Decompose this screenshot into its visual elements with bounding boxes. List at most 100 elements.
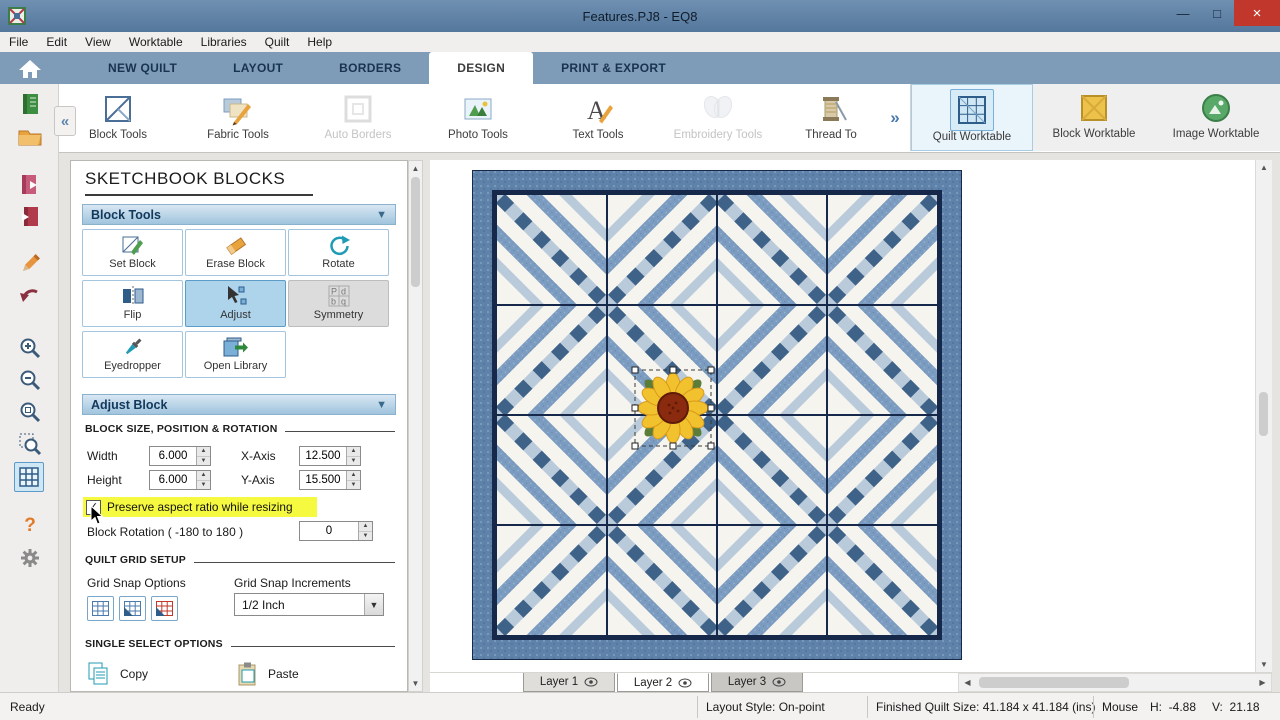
y-axis-input[interactable] bbox=[300, 471, 346, 489]
block-tools-section-header[interactable]: Block Tools ▼ bbox=[82, 204, 396, 225]
ribbon-tool-text-tools[interactable]: A Text Tools bbox=[538, 84, 658, 152]
status-finished-size: Finished Quilt Size: 41.184 x 41.184 (in… bbox=[876, 700, 1095, 714]
eyedropper-button[interactable]: Eyedropper bbox=[82, 331, 183, 378]
save-to-sketchbook-button[interactable] bbox=[16, 202, 44, 230]
panel-collapse-button[interactable]: « bbox=[54, 106, 76, 136]
canvas-hscroll-thumb[interactable] bbox=[979, 677, 1129, 688]
quilt-worktable-button[interactable]: Quilt Worktable bbox=[911, 84, 1033, 151]
layer-tab-2[interactable]: Layer 2 bbox=[617, 673, 709, 692]
layer-tab-1[interactable]: Layer 1 bbox=[523, 673, 615, 692]
scroll-up-icon[interactable]: ▲ bbox=[409, 164, 422, 173]
undo-button[interactable] bbox=[16, 282, 44, 310]
y-axis-spinner[interactable]: ▲▼ bbox=[299, 470, 361, 490]
scroll-left-icon[interactable]: ◀ bbox=[959, 674, 976, 691]
quilt-worktable-canvas[interactable] bbox=[430, 160, 1255, 672]
open-library-button[interactable]: Open Library bbox=[185, 331, 286, 378]
draw-tool-button[interactable] bbox=[16, 250, 44, 278]
zoom-region-button[interactable] bbox=[16, 430, 44, 458]
height-input[interactable] bbox=[150, 471, 196, 489]
set-block-button[interactable]: Set Block bbox=[82, 229, 183, 276]
grid-snap-option-1-button[interactable] bbox=[87, 596, 114, 621]
scroll-right-icon[interactable]: ▶ bbox=[1254, 674, 1271, 691]
panel-scrollbar-thumb[interactable] bbox=[411, 177, 420, 287]
scroll-down-icon[interactable]: ▼ bbox=[1256, 660, 1272, 669]
width-input[interactable] bbox=[150, 447, 196, 465]
tab-borders[interactable]: BORDERS bbox=[311, 52, 429, 84]
spin-down-icon[interactable]: ▼ bbox=[347, 457, 360, 466]
menu-help[interactable]: Help bbox=[298, 35, 341, 49]
x-axis-input[interactable] bbox=[300, 447, 346, 465]
height-spinner[interactable]: ▲▼ bbox=[149, 470, 211, 490]
ribbon-tool-block-tools[interactable]: Block Tools bbox=[58, 84, 178, 152]
menu-view[interactable]: View bbox=[76, 35, 120, 49]
close-button[interactable]: × bbox=[1234, 0, 1280, 26]
menu-quilt[interactable]: Quilt bbox=[256, 35, 299, 49]
copy-button[interactable]: Copy bbox=[87, 661, 148, 687]
tab-print-export[interactable]: PRINT & EXPORT bbox=[533, 52, 694, 84]
spin-down-icon[interactable]: ▼ bbox=[359, 532, 372, 541]
home-button[interactable] bbox=[12, 56, 48, 82]
help-button[interactable]: ? bbox=[16, 512, 44, 540]
menu-file[interactable]: File bbox=[0, 35, 37, 49]
new-project-button[interactable] bbox=[16, 90, 44, 118]
menu-worktable[interactable]: Worktable bbox=[120, 35, 192, 49]
tab-design[interactable]: DESIGN bbox=[429, 52, 533, 84]
rotate-button[interactable]: Rotate bbox=[288, 229, 389, 276]
nav-tab-strip: NEW QUILT LAYOUT BORDERS DESIGN PRINT & … bbox=[0, 52, 1280, 84]
spin-up-icon[interactable]: ▲ bbox=[347, 471, 360, 481]
image-worktable-button[interactable]: Image Worktable bbox=[1155, 84, 1277, 151]
canvas-horizontal-scrollbar[interactable]: ◀ ▶ bbox=[958, 673, 1272, 692]
erase-block-button[interactable]: Erase Block bbox=[185, 229, 286, 276]
spin-down-icon[interactable]: ▼ bbox=[197, 481, 210, 490]
spin-down-icon[interactable]: ▼ bbox=[347, 481, 360, 490]
spin-up-icon[interactable]: ▲ bbox=[359, 522, 372, 532]
rotation-spinner[interactable]: ▲▼ bbox=[299, 521, 373, 541]
grid-snap-increment-dropdown[interactable]: 1/2 Inch ▼ bbox=[234, 593, 384, 616]
spin-up-icon[interactable]: ▲ bbox=[347, 447, 360, 457]
layer-tab-3[interactable]: Layer 3 bbox=[711, 673, 803, 692]
ribbon-tool-photo-tools[interactable]: Photo Tools bbox=[418, 84, 538, 152]
open-project-button[interactable] bbox=[16, 122, 44, 150]
spin-up-icon[interactable]: ▲ bbox=[197, 471, 210, 481]
maximize-button[interactable]: □ bbox=[1200, 0, 1234, 26]
zoom-region-icon bbox=[18, 432, 42, 456]
menu-edit[interactable]: Edit bbox=[37, 35, 76, 49]
block-rotation-label: Block Rotation ( -180 to 180 ) bbox=[87, 525, 243, 539]
tab-new-quilt[interactable]: NEW QUILT bbox=[80, 52, 205, 84]
canvas-vscroll-thumb[interactable] bbox=[1259, 392, 1268, 436]
spin-down-icon[interactable]: ▼ bbox=[197, 457, 210, 466]
zoom-in-icon bbox=[18, 336, 42, 360]
scroll-down-icon[interactable]: ▼ bbox=[409, 679, 422, 688]
panel-scrollbar[interactable]: ▲ ▼ bbox=[408, 160, 423, 692]
ribbon-overflow-chevron[interactable]: » bbox=[884, 84, 906, 152]
adjust-block-section-header[interactable]: Adjust Block ▼ bbox=[82, 394, 396, 415]
rotation-input[interactable] bbox=[300, 522, 358, 540]
minimize-button[interactable]: — bbox=[1166, 0, 1200, 26]
x-axis-spinner[interactable]: ▲▼ bbox=[299, 446, 361, 466]
left-tool-strip: ? bbox=[0, 84, 59, 692]
settings-button[interactable] bbox=[16, 544, 44, 572]
width-spinner[interactable]: ▲▼ bbox=[149, 446, 211, 466]
view-sketchbook-button[interactable] bbox=[16, 170, 44, 198]
spin-up-icon[interactable]: ▲ bbox=[197, 447, 210, 457]
ribbon-tool-thread-tools[interactable]: Thread To bbox=[778, 84, 884, 152]
ribbon-tool-fabric-tools[interactable]: Fabric Tools bbox=[178, 84, 298, 152]
sunflower-applique[interactable] bbox=[638, 373, 708, 443]
menu-libraries[interactable]: Libraries bbox=[192, 35, 256, 49]
zoom-fit-button[interactable] bbox=[16, 398, 44, 426]
scroll-up-icon[interactable]: ▲ bbox=[1256, 163, 1272, 172]
grid-snap-option-3-button[interactable] bbox=[151, 596, 178, 621]
paste-button[interactable]: Paste bbox=[237, 661, 299, 687]
tab-layout[interactable]: LAYOUT bbox=[205, 52, 311, 84]
zoom-in-button[interactable] bbox=[16, 334, 44, 362]
fit-to-worktable-button[interactable] bbox=[14, 462, 44, 492]
canvas-vertical-scrollbar[interactable]: ▲ ▼ bbox=[1255, 160, 1272, 672]
block-worktable-button[interactable]: Block Worktable bbox=[1033, 84, 1155, 151]
flip-button[interactable]: Flip bbox=[82, 280, 183, 327]
adjust-button[interactable]: Adjust bbox=[185, 280, 286, 327]
svg-text:b: b bbox=[331, 297, 336, 307]
quilt-preview[interactable] bbox=[472, 170, 962, 660]
new-project-icon bbox=[18, 92, 42, 116]
zoom-out-button[interactable] bbox=[16, 366, 44, 394]
grid-snap-option-2-button[interactable] bbox=[119, 596, 146, 621]
